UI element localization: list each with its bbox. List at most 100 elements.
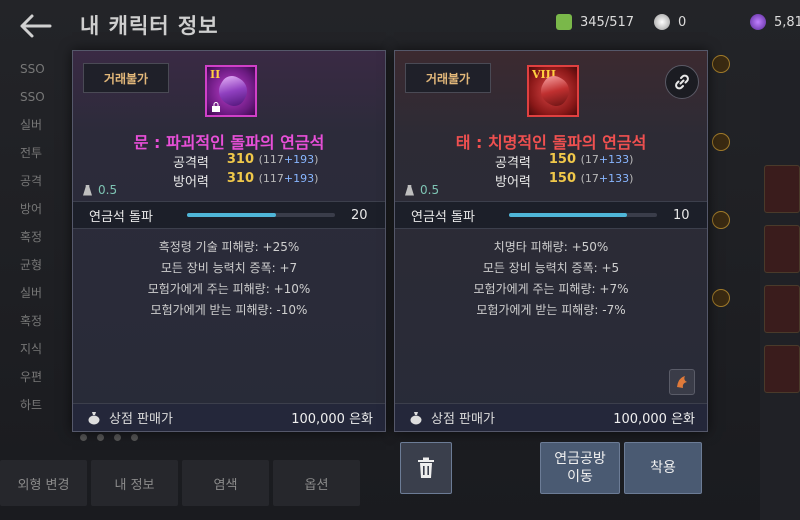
rail-slot[interactable] bbox=[764, 225, 800, 273]
link-icon bbox=[675, 74, 689, 90]
breakthrough-fill bbox=[509, 213, 628, 217]
stat-label: 방어력 bbox=[495, 175, 531, 190]
equip-button[interactable]: 착용 bbox=[624, 442, 702, 494]
orb-icon bbox=[712, 211, 730, 229]
page-title: 내 캐릭터 정보 bbox=[80, 14, 219, 38]
rail-slot[interactable] bbox=[764, 285, 800, 333]
breakthrough-label: 연금석 돌파 bbox=[89, 209, 153, 225]
tab-options[interactable]: 옵션 bbox=[273, 460, 360, 506]
stat-value: 150 (17+133) bbox=[548, 152, 634, 167]
effect-line: 모험가에게 주는 피해량: +10% bbox=[147, 282, 311, 296]
effects-list: 흑정령 기술 피해량: +25% 모든 장비 능력치 증폭: +7 모험가에게 … bbox=[73, 237, 385, 321]
item-card-selected: 거래불가 VIII 태 : 치명적인 돌파의 연금석 공격력 150 (17+1… bbox=[394, 50, 708, 432]
bg-side-item: 실버 bbox=[20, 118, 43, 132]
stat-row-defense: 방어력 150 (17+133) bbox=[495, 171, 633, 190]
effect-line: 치명타 피해량: +50% bbox=[493, 240, 609, 254]
item-weight: 0.5 bbox=[405, 183, 439, 197]
link-button[interactable] bbox=[665, 65, 699, 99]
bg-side-item: 지식 bbox=[20, 342, 43, 356]
sell-label: 상점 판매가 bbox=[431, 412, 495, 427]
breakthrough-row: 연금석 돌파 10 bbox=[395, 201, 707, 229]
currency-energy-value: 345/517 bbox=[580, 14, 635, 30]
bg-side-item: 혹정 bbox=[20, 230, 43, 244]
money-bag-icon bbox=[410, 411, 422, 424]
pearl-icon bbox=[654, 14, 670, 30]
go-to-alchemy-workshop-button[interactable]: 연금공방이동 bbox=[540, 442, 620, 494]
energy-icon bbox=[556, 14, 572, 30]
effect-line: 모험가에게 받는 피해량: -7% bbox=[476, 303, 626, 317]
effect-line: 모든 장비 능력치 증폭: +7 bbox=[160, 261, 298, 275]
tab-dye[interactable]: 염색 bbox=[182, 460, 269, 506]
background-bottom-tabs: 외형 변경 내 정보 염색 옵션 bbox=[0, 460, 360, 506]
currency-gem-value: 5,81 bbox=[774, 14, 800, 30]
pager-dots bbox=[80, 434, 138, 441]
bg-side-item: 전투 bbox=[20, 146, 43, 160]
top-bar: 내 캐릭터 정보 345/517 0 5,81 bbox=[0, 0, 800, 50]
stat-label: 방어력 bbox=[173, 175, 209, 190]
trade-badge: 거래불가 bbox=[83, 63, 169, 93]
item-name: 태 : 치명적인 돌파의 연금석 bbox=[455, 133, 647, 152]
bg-side-item: 실버 bbox=[20, 286, 43, 300]
breakthrough-value: 20 bbox=[351, 207, 368, 223]
weight-value: 0.5 bbox=[420, 183, 440, 197]
effect-line: 모든 장비 능력치 증폭: +5 bbox=[482, 261, 620, 275]
rail-slot[interactable] bbox=[764, 345, 800, 393]
rail-slot[interactable] bbox=[764, 165, 800, 213]
bg-side-item: SSO bbox=[20, 62, 45, 76]
back-arrow-icon[interactable] bbox=[16, 12, 56, 40]
background-orbs bbox=[712, 55, 740, 367]
item-weight: 0.5 bbox=[83, 183, 117, 197]
breakthrough-bar bbox=[187, 213, 335, 217]
stat-value: 150 (17+133) bbox=[548, 171, 634, 186]
sell-value: 100,000 은화 bbox=[291, 412, 373, 427]
item-name: 문 : 파괴적인 돌파의 연금석 bbox=[133, 133, 325, 152]
alchemy-button-line1: 연금공방 bbox=[554, 451, 606, 467]
bg-side-item: 방어 bbox=[20, 202, 43, 216]
bg-side-item: 우편 bbox=[20, 370, 43, 384]
orb-icon bbox=[712, 133, 730, 151]
stat-row-attack: 공격력 310 (117+193) bbox=[173, 152, 318, 171]
effects-list: 치명타 피해량: +50% 모든 장비 능력치 증폭: +5 모험가에게 주는 … bbox=[395, 237, 707, 321]
tab-appearance[interactable]: 외형 변경 bbox=[0, 460, 87, 506]
bg-side-item: 혹정 bbox=[20, 314, 43, 328]
tab-my-info[interactable]: 내 정보 bbox=[91, 460, 178, 506]
stat-row-defense: 방어력 310 (117+193) bbox=[173, 171, 318, 190]
sell-price-row: 상점 판매가 100,000 은화 bbox=[73, 403, 385, 431]
background-side-list: SSO SSO 실버 전투 공격 방어 혹정 균형 실버 혹정 지식 우편 하트 bbox=[20, 55, 80, 419]
gem-rank: II bbox=[210, 68, 221, 81]
orb-icon bbox=[712, 289, 730, 307]
currency-energy: 345/517 bbox=[556, 12, 634, 32]
stat-value: 310 (117+193) bbox=[226, 171, 319, 186]
pager-dot bbox=[97, 434, 104, 441]
stat-value: 310 (117+193) bbox=[226, 152, 319, 167]
stat-label: 공격력 bbox=[495, 156, 531, 171]
alchemy-stone-icon: VIII bbox=[527, 65, 579, 117]
breakthrough-value: 10 bbox=[673, 207, 690, 223]
sell-price-row: 상점 판매가 100,000 은화 bbox=[395, 403, 707, 431]
breakthrough-fill bbox=[187, 213, 276, 217]
bg-side-item: 공격 bbox=[20, 174, 43, 188]
pager-dot bbox=[80, 434, 87, 441]
delete-button[interactable] bbox=[400, 442, 452, 494]
alchemy-stone-icon: II bbox=[205, 65, 257, 117]
alchemy-button-line2: 이동 bbox=[567, 469, 593, 485]
currency-gem: 5,81 bbox=[750, 12, 800, 32]
bg-side-item: 균형 bbox=[20, 258, 43, 272]
weight-icon bbox=[83, 184, 92, 196]
pager-dot bbox=[131, 434, 138, 441]
trash-icon bbox=[418, 457, 434, 478]
pager-dot bbox=[114, 434, 121, 441]
effect-line: 흑정령 기술 피해량: +25% bbox=[158, 240, 300, 254]
class-emblem-icon[interactable] bbox=[669, 369, 695, 395]
breakthrough-row: 연금석 돌파 20 bbox=[73, 201, 385, 229]
money-bag-icon bbox=[88, 411, 100, 424]
weight-icon bbox=[405, 184, 414, 196]
item-card-equipped: 거래불가 II 문 : 파괴적인 돌파의 연금석 공격력 310 (117+19… bbox=[72, 50, 386, 432]
orb-icon bbox=[712, 55, 730, 73]
bg-side-item: 하트 bbox=[20, 398, 43, 412]
breakthrough-bar bbox=[509, 213, 657, 217]
stat-label: 공격력 bbox=[173, 156, 209, 171]
stat-row-attack: 공격력 150 (17+133) bbox=[495, 152, 633, 171]
sell-value: 100,000 은화 bbox=[613, 412, 695, 427]
currency-pearl-value: 0 bbox=[678, 14, 687, 30]
